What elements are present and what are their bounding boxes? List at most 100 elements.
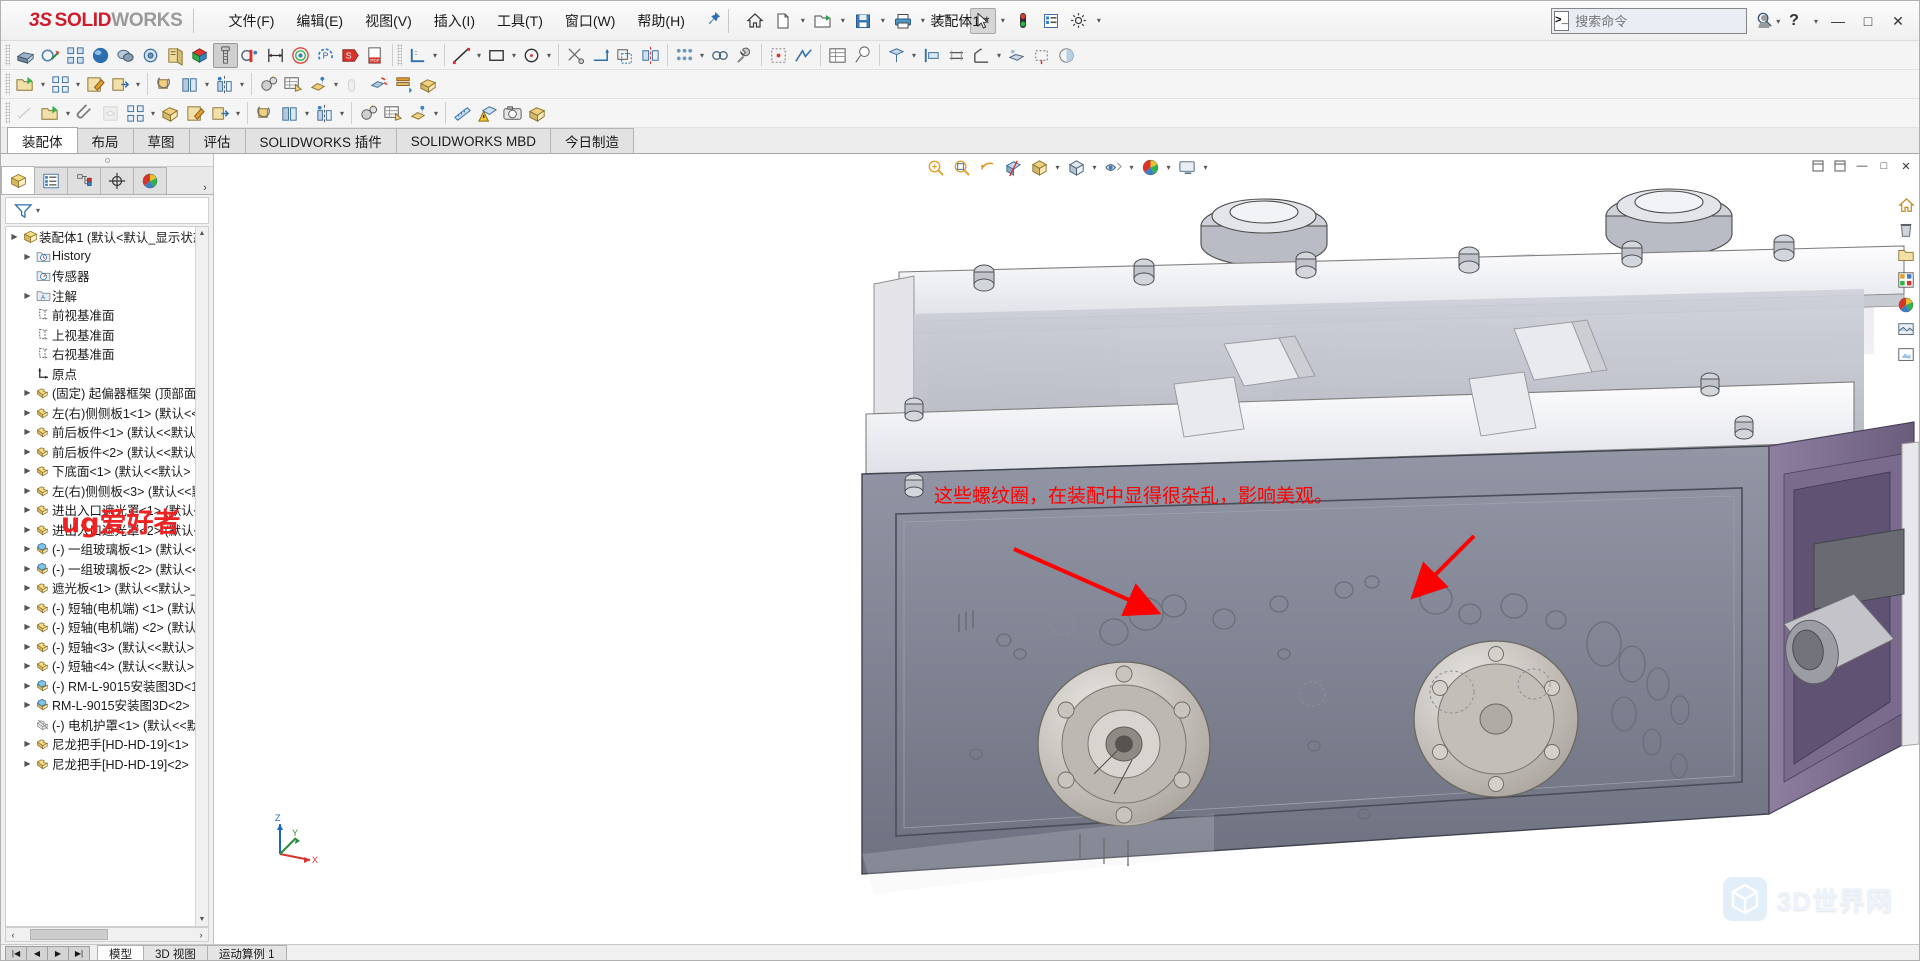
bom-table-icon[interactable] <box>825 43 850 68</box>
menu-item-file[interactable]: 文件(F) <box>218 7 286 35</box>
tree-item[interactable]: ▶ (固定) 起偏器框架 (顶部面 <box>6 383 208 403</box>
mirror-caret[interactable]: ▾ <box>337 109 347 118</box>
gear-icon[interactable] <box>356 101 381 126</box>
apply-scene-caret[interactable]: ▾ <box>1164 163 1174 172</box>
tree-item[interactable]: ▶ (-) 短轴<3> (默认<<默认> <box>6 637 208 657</box>
tree-expand-arrow[interactable]: ▶ <box>21 291 34 300</box>
pdf-3d-icon[interactable]: PDF <box>363 43 388 68</box>
user-account-icon[interactable] <box>1751 8 1777 34</box>
tree-item[interactable]: ▶ (-) 短轴(电机端) <2> (默认 <box>6 617 208 637</box>
tree-item[interactable]: ▶ 装配体1 (默认<默认_显示状态 <box>6 227 208 247</box>
menu-item-tools[interactable]: 工具(T) <box>486 7 554 35</box>
instant3d-icon[interactable] <box>1029 43 1054 68</box>
feature-manager-tree-tab[interactable] <box>1 166 35 194</box>
help-dropdown-caret[interactable]: ▾ <box>1811 17 1821 26</box>
tree-expand-arrow[interactable]: ▶ <box>21 603 34 612</box>
trim-entities-icon[interactable] <box>563 43 588 68</box>
bottom-tab-3d-views[interactable]: 3D 视图 <box>143 945 208 960</box>
maximize-window-button[interactable]: □ <box>1855 8 1881 34</box>
tree-expand-arrow[interactable]: ▶ <box>21 252 34 261</box>
rotate-icon[interactable] <box>152 72 177 97</box>
toolbar-grip-2[interactable] <box>397 44 402 66</box>
explode-line-icon[interactable] <box>366 72 391 97</box>
gear-mate-icon[interactable] <box>256 72 281 97</box>
tree-expand-arrow[interactable]: ▶ <box>21 583 34 592</box>
tree-expand-arrow[interactable]: ▶ <box>21 486 34 495</box>
offset-entities-icon[interactable] <box>613 43 638 68</box>
assembly-envelope-icon[interactable] <box>158 101 183 126</box>
linear-sketch-pattern-icon[interactable] <box>672 43 697 68</box>
convert-entities-icon[interactable] <box>588 43 613 68</box>
view-home-icon[interactable] <box>1895 194 1917 216</box>
tree-item[interactable]: ▶ RM-L-9015安装图3D<2> <box>6 695 208 715</box>
circle-dropdown-caret[interactable]: ▾ <box>544 51 554 60</box>
simulation-icon[interactable]: S <box>338 43 363 68</box>
tree-expand-arrow[interactable]: ▶ <box>21 505 34 514</box>
rectangle-tool-icon[interactable] <box>484 43 509 68</box>
tree-item[interactable]: ▶ 左(右)侧侧板1<1> (默认<< <box>6 403 208 423</box>
menu-item-insert[interactable]: 插入(I) <box>423 7 486 35</box>
bolt-fastener-icon[interactable] <box>213 42 238 68</box>
mirror-entities-icon[interactable] <box>638 43 663 68</box>
tree-filter-bar[interactable]: ▾ <box>5 197 209 224</box>
tree-expand-arrow[interactable]: ▶ <box>21 408 34 417</box>
reference-geometry-icon[interactable] <box>884 43 909 68</box>
display-manager-tab[interactable] <box>133 167 167 194</box>
minimize-window-button[interactable]: — <box>1825 8 1851 34</box>
chamfer-caret[interactable]: ▾ <box>994 51 1004 60</box>
viewport-restore-icon[interactable] <box>1809 157 1827 175</box>
open-assembly-icon[interactable] <box>13 72 38 97</box>
tree-item[interactable]: ▶ 进出入口遮光罩<1> (默认< <box>6 500 208 520</box>
derived-part-icon[interactable] <box>108 72 133 97</box>
tab-evaluate[interactable]: 评估 <box>188 128 246 153</box>
smart-fasteners-icon[interactable] <box>88 43 113 68</box>
derived-part-caret[interactable]: ▾ <box>133 80 143 89</box>
tree-item[interactable]: ▶ (-) 短轴<4> (默认<<默认> <box>6 656 208 676</box>
tree-expand-arrow[interactable]: ▶ <box>21 564 34 573</box>
apply-scene-icon[interactable] <box>1138 155 1163 180</box>
chamfer-icon[interactable] <box>969 43 994 68</box>
tree-item[interactable]: ▶ 左(右)侧侧板<3> (默认<<默 <box>6 481 208 501</box>
toolbar-grip-4[interactable] <box>5 102 10 124</box>
tree-item[interactable]: ▶ (-) 一组玻璃板<1> (默认<< <box>6 539 208 559</box>
hole-series-icon[interactable] <box>944 43 969 68</box>
line-dropdown-caret[interactable]: ▾ <box>474 51 484 60</box>
rotate-component2-icon[interactable] <box>252 101 277 126</box>
tree-scroll-up-arrow[interactable]: ▲ <box>196 227 208 240</box>
measure-ruler-icon[interactable] <box>450 101 475 126</box>
tree-item[interactable]: ▶ 传感器 <box>6 266 208 286</box>
tree-expand-arrow[interactable]: ▶ <box>21 759 34 768</box>
mirror-component-icon[interactable] <box>212 72 237 97</box>
tree-item[interactable]: ▶ 遮光板<1> (默认<<默认>_ <box>6 578 208 598</box>
bom-icon[interactable] <box>281 72 306 97</box>
rectangle-dropdown-caret[interactable]: ▾ <box>509 51 519 60</box>
tree-expand-arrow[interactable]: ▶ <box>21 739 34 748</box>
line-tool-icon[interactable] <box>449 43 474 68</box>
options-dropdown-caret[interactable]: ▾ <box>1094 16 1104 25</box>
menu-item-help[interactable]: 帮助(H) <box>626 7 695 35</box>
save-icon[interactable] <box>850 8 876 34</box>
open-document-dropdown-caret[interactable]: ▾ <box>838 16 848 25</box>
edit-component-icon[interactable] <box>83 72 108 97</box>
tree-expand-arrow[interactable]: ▶ <box>21 544 34 553</box>
linear-component-pattern-icon[interactable] <box>277 101 302 126</box>
rebuild-icon[interactable] <box>1010 8 1036 34</box>
menu-item-window[interactable]: 窗口(W) <box>554 7 627 35</box>
section-view-icon[interactable] <box>288 43 313 68</box>
component-pattern2-caret[interactable]: ▾ <box>73 80 83 89</box>
nav-first-button[interactable]: |◀ <box>5 946 27 960</box>
view-settings-caret[interactable]: ▾ <box>1201 163 1211 172</box>
linear-component-pattern-caret[interactable]: ▾ <box>302 109 312 118</box>
bottom-tab-motion-study[interactable]: 运动算例 1 <box>206 945 287 960</box>
panel-expand-arrow[interactable]: › <box>197 182 213 194</box>
open-document-icon[interactable] <box>810 8 836 34</box>
tree-expand-arrow[interactable]: ▶ <box>21 447 34 456</box>
insert-components-icon[interactable] <box>13 43 38 68</box>
pattern-caret[interactable]: ▾ <box>148 109 158 118</box>
mirror-component-caret[interactable]: ▾ <box>237 80 247 89</box>
drag-move-icon[interactable] <box>341 72 366 97</box>
quick-snaps-icon[interactable] <box>766 43 791 68</box>
bom-table2-icon[interactable] <box>381 101 406 126</box>
viewport-maximize-button[interactable]: □ <box>1875 157 1893 175</box>
assembly-visualization-icon[interactable] <box>391 72 416 97</box>
